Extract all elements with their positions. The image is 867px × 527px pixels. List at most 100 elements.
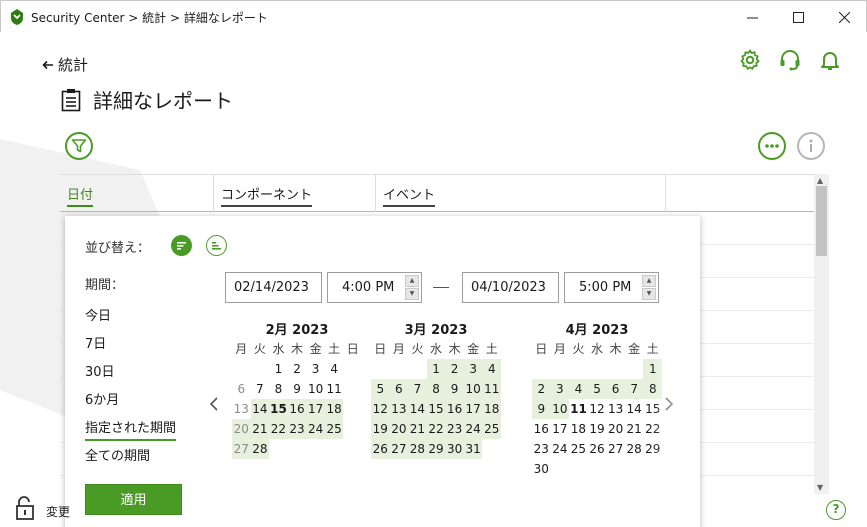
period-7-days[interactable]: 7日	[85, 333, 106, 352]
day-cell[interactable]: 9	[288, 379, 307, 399]
support-headset-icon[interactable]	[778, 48, 802, 72]
day-cell[interactable]: 13	[606, 399, 625, 419]
sort-ascending-button[interactable]	[206, 235, 227, 256]
day-cell[interactable]: 16	[287, 399, 307, 419]
day-cell[interactable]: 10	[463, 379, 483, 399]
day-cell[interactable]: 3	[306, 359, 325, 379]
prev-month-button[interactable]	[209, 396, 218, 415]
info-button[interactable]	[797, 132, 825, 160]
day-cell[interactable]: 28	[625, 439, 644, 459]
day-cell[interactable]: 28	[250, 439, 270, 459]
day-cell[interactable]: 6	[389, 379, 409, 399]
day-cell[interactable]: 18	[324, 399, 344, 419]
period-all[interactable]: 全ての期間	[85, 445, 150, 464]
day-cell[interactable]: 11	[325, 379, 344, 399]
day-cell[interactable]: 31	[463, 439, 483, 459]
end-date-field[interactable]: 04/10/2023	[462, 272, 559, 303]
day-cell[interactable]: 22	[269, 419, 288, 439]
day-cell[interactable]: 12	[371, 399, 390, 419]
sort-descending-button[interactable]	[171, 235, 192, 256]
day-cell[interactable]: 25	[324, 419, 344, 439]
start-time-spinner[interactable]: ▲ ▼	[405, 275, 419, 300]
day-cell[interactable]: 6	[232, 379, 251, 399]
scroll-thumb[interactable]	[816, 186, 827, 256]
day-cell[interactable]: 21	[408, 419, 427, 439]
day-cell[interactable]: 14	[250, 399, 270, 419]
day-cell[interactable]: 7	[624, 379, 644, 399]
day-cell[interactable]: 17	[306, 399, 325, 419]
end-time-spinner[interactable]: ▲ ▼	[642, 275, 656, 300]
start-time-field[interactable]: 4:00 PM ▲ ▼	[327, 272, 422, 303]
day-cell[interactable]: 20	[606, 419, 625, 439]
day-cell[interactable]: 12	[588, 399, 607, 419]
day-cell[interactable]: 24	[463, 419, 483, 439]
scroll-up-icon[interactable]: ▲	[817, 176, 823, 185]
day-cell[interactable]: 1	[426, 359, 446, 379]
day-cell[interactable]: 21	[250, 419, 270, 439]
day-cell[interactable]: 22	[426, 419, 446, 439]
vertical-scrollbar[interactable]: ▲ ▼	[814, 174, 829, 494]
column-header-event[interactable]: イベント	[376, 175, 666, 212]
day-cell[interactable]: 4	[482, 359, 502, 379]
footer-text[interactable]: 変更	[46, 503, 70, 520]
day-cell[interactable]: 23	[287, 419, 307, 439]
day-cell[interactable]: 23	[532, 439, 551, 459]
day-cell[interactable]: 1	[269, 359, 288, 379]
day-cell[interactable]: 24	[551, 439, 570, 459]
day-cell[interactable]: 10	[550, 399, 570, 419]
day-cell[interactable]: 21	[625, 419, 644, 439]
day-cell[interactable]: 20	[232, 419, 251, 439]
day-cell[interactable]: 5	[371, 379, 390, 399]
scroll-down-icon[interactable]: ▼	[817, 483, 823, 492]
day-cell[interactable]: 24	[306, 419, 325, 439]
minimize-button[interactable]	[729, 1, 775, 33]
close-button[interactable]	[821, 1, 867, 33]
lock-icon[interactable]	[14, 496, 36, 520]
day-cell[interactable]: 19	[588, 419, 607, 439]
period-custom[interactable]: 指定された期間	[85, 417, 177, 441]
day-cell[interactable]: 8	[426, 379, 446, 399]
settings-gear-icon[interactable]	[738, 48, 762, 72]
day-cell[interactable]: 27	[232, 439, 251, 459]
day-cell[interactable]: 26	[588, 439, 607, 459]
column-header-date[interactable]: 日付	[60, 175, 214, 212]
period-today[interactable]: 今日	[85, 305, 111, 324]
column-header-component[interactable]: コンポーネント	[214, 175, 376, 212]
notifications-bell-icon[interactable]	[818, 48, 842, 72]
day-cell[interactable]: 30	[445, 439, 464, 459]
day-cell[interactable]: 14	[625, 399, 644, 419]
day-cell[interactable]: 3	[463, 359, 483, 379]
day-cell[interactable]: 2	[288, 359, 307, 379]
day-cell[interactable]: 25	[482, 419, 502, 439]
day-cell[interactable]: 17	[463, 399, 483, 419]
day-cell[interactable]: 20	[389, 419, 409, 439]
day-cell[interactable]: 13	[389, 399, 409, 419]
period-6-months[interactable]: 6か月	[85, 389, 119, 408]
day-cell[interactable]: 2	[445, 359, 464, 379]
day-cell[interactable]: 23	[445, 419, 464, 439]
end-time-field[interactable]: 5:00 PM ▲ ▼	[564, 272, 659, 303]
filter-button[interactable]	[65, 132, 93, 160]
period-30-days[interactable]: 30日	[85, 361, 115, 380]
day-cell[interactable]: 8	[269, 379, 288, 399]
apply-button[interactable]: 適用	[85, 484, 182, 515]
day-cell[interactable]: 26	[371, 439, 390, 459]
more-options-button[interactable]	[758, 132, 786, 160]
day-cell[interactable]: 15	[269, 399, 288, 419]
day-cell[interactable]: 15	[426, 399, 446, 419]
day-cell[interactable]: 18	[569, 419, 588, 439]
day-cell[interactable]: 30	[532, 459, 551, 479]
day-cell[interactable]: 19	[371, 419, 390, 439]
day-cell[interactable]: 11	[482, 379, 502, 399]
day-cell[interactable]: 13	[232, 399, 251, 419]
day-cell[interactable]: 5	[587, 379, 607, 399]
day-cell[interactable]: 9	[445, 379, 464, 399]
day-cell[interactable]: 11	[569, 399, 588, 419]
day-cell[interactable]: 2	[532, 379, 551, 399]
day-cell[interactable]: 28	[408, 439, 427, 459]
day-cell[interactable]: 18	[482, 399, 502, 419]
day-cell[interactable]: 27	[389, 439, 409, 459]
day-cell[interactable]: 9	[532, 399, 551, 419]
back-link[interactable]: 統計	[42, 54, 88, 75]
day-cell[interactable]: 7	[408, 379, 427, 399]
